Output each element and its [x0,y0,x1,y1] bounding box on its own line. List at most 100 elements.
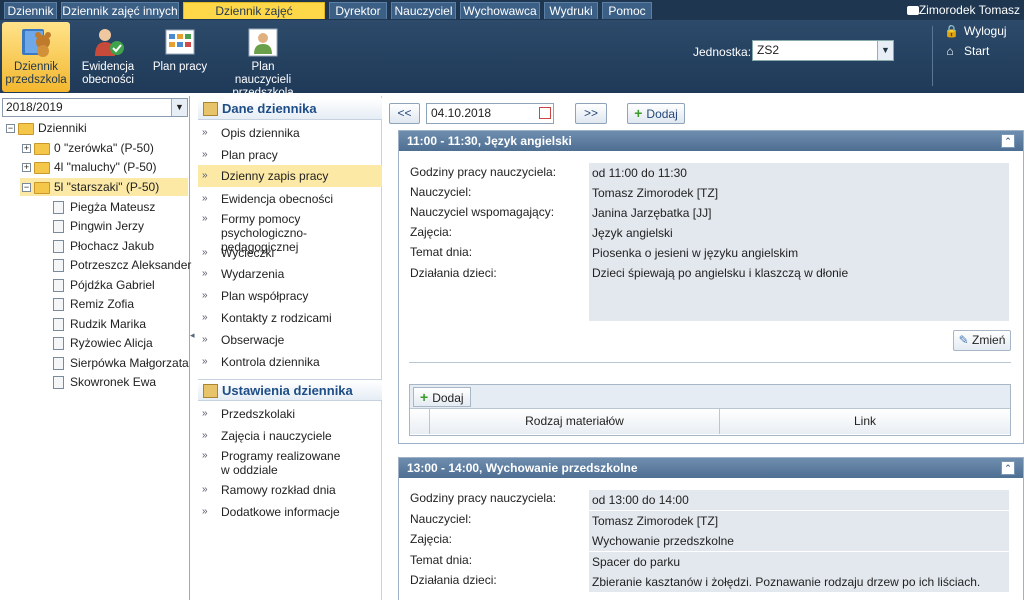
chevron-right-icon: » [202,213,208,224]
logout-link[interactable]: 🔒 Wyloguj [944,24,1007,38]
ewidencja-obecnosci-button[interactable]: Ewidencja obecności [76,22,140,92]
tab-dziennik-zajec-przedszkola[interactable]: Dziennik zajęć przedszkola [183,2,325,35]
collapse-icon[interactable]: − [6,124,15,134]
nav-item-programy[interactable]: » Programy realizowane w oddziale [198,449,348,479]
nav-item-wydarzenia[interactable]: » Wydarzenia [198,267,382,283]
tree-student[interactable]: Sierpówka Małgorzata [53,354,189,372]
user-name: Zimorodek Tomasz [918,3,1020,17]
nav-item-label: Zajęcia i nauczyciele [221,429,332,443]
chevron-down-icon[interactable]: ▼ [877,41,893,60]
collapse-up-icon[interactable]: ⌃ [1001,134,1015,148]
materials-table: + Dodaj Rodzaj materiałów Link [409,384,1011,436]
dziennik-przedszkola-button[interactable]: Dziennik przedszkola [2,22,70,92]
calendar-icon[interactable] [539,107,551,119]
expand-icon[interactable]: + [22,144,31,154]
tab-wychowawca[interactable]: Wychowawca [460,2,540,19]
field-value: Tomasz Zimorodek [TZ] [589,511,1009,531]
tree-student[interactable]: Piegża Mateusz [53,198,155,216]
nav-item-kontrola-dziennika[interactable]: » Kontrola dziennika [198,355,382,371]
column-header-rodzaj[interactable]: Rodzaj materiałów [430,409,720,434]
tree-student[interactable]: Pingwin Jerzy [53,217,144,235]
jednostka-value: ZS2 [757,43,780,57]
add-material-button[interactable]: + Dodaj [413,387,471,407]
tree-student[interactable]: Ryżowiec Alicja [53,334,153,352]
nav-item-przedszkolaki[interactable]: » Przedszkolaki [198,407,382,423]
tree-group-label: 0 "zerówka" (P-50) [54,141,154,155]
start-link[interactable]: ⌂ Start [944,44,989,58]
collapse-up-icon[interactable]: ⌃ [1001,461,1015,475]
tab-dziennik[interactable]: Dziennik [4,2,57,19]
attendance-icon [91,26,125,58]
expand-icon[interactable]: + [22,163,31,173]
nav-item-wycieczki[interactable]: » Wycieczki [198,246,382,262]
start-label: Start [964,44,990,58]
prev-day-button[interactable]: << [389,103,420,124]
chevron-right-icon: » [202,193,208,204]
jednostka-select[interactable]: ZS2 ▼ [752,40,894,61]
field-value: Piosenka o jesieni w języku angielskim [589,243,1009,263]
tree-student[interactable]: Pójdźka Gabriel [53,276,155,294]
tab-dziennik-zajec-innych[interactable]: Dziennik zajęć innych [61,2,179,19]
plan-pracy-button[interactable]: Plan pracy [148,22,212,92]
tree-group-zerowka[interactable]: +0 "zerówka" (P-50) [22,139,154,157]
nav-item-label: Wycieczki [221,246,275,260]
nav-item-kontakty-z-rodzicami[interactable]: » Kontakty z rodzicami [198,311,382,327]
nav-item-dzienny-zapis-pracy[interactable]: » Dzienny zapis pracy [198,165,382,187]
add-entry-button[interactable]: + Dodaj [627,103,685,124]
tab-dyrektor[interactable]: Dyrektor [329,2,387,19]
field-label: Działania dzieci: [410,573,497,587]
collapse-icon[interactable]: − [22,183,31,193]
chevron-down-icon[interactable]: ▼ [171,99,187,116]
next-day-button[interactable]: >> [575,103,607,124]
home-icon: ⌂ [946,44,954,58]
nav-item-label: Opis dziennika [221,126,300,140]
toolbar-label: Plan pracy [152,61,208,73]
chevron-right-icon: » [202,450,208,461]
field-value: Janina Jarzębatka [JJ] [589,203,1009,223]
nav-item-ewidencja-obecnosci[interactable]: » Ewidencja obecności [198,192,382,208]
year-select[interactable]: 2018/2019 ▼ [2,98,188,117]
date-input[interactable]: 04.10.2018 [426,103,554,124]
student-icon [53,201,64,215]
student-icon [53,220,64,234]
message-icon[interactable] [907,6,919,15]
nav-item-obserwacje[interactable]: » Obserwacje [198,333,382,349]
tab-wydruki[interactable]: Wydruki [544,2,598,19]
journal-nav: Dane dziennika » Opis dziennika » Plan pra… [198,96,382,600]
tree-group-maluchy[interactable]: +4l "maluchy" (P-50) [22,158,157,176]
nav-item-opis-dziennika[interactable]: » Opis dziennika [198,126,382,142]
tab-nauczyciel[interactable]: Nauczyciel [391,2,456,19]
tree-student[interactable]: Rudzik Marika [53,315,146,333]
tree-student[interactable]: Potrzeszcz Aleksander [53,256,191,274]
tree-student[interactable]: Płochacz Jakub [53,237,154,255]
nav-item-plan-wspolpracy[interactable]: » Plan współpracy [198,289,382,305]
field-label: Temat dnia: [410,553,473,567]
plan-nauczycieli-button[interactable]: Plan nauczycieli przedszkola [222,22,304,99]
nav-item-dodatkowe-informacje[interactable]: » Dodatkowe informacje [198,505,382,521]
nav-section-ustawienia: Ustawienia dziennika [198,379,382,401]
tab-pomoc[interactable]: Pomoc [602,2,652,19]
tree-student[interactable]: Skowronek Ewa [53,373,156,391]
nav-item-label: Dzienny zapis pracy [221,169,329,183]
tree-root[interactable]: − Dzienniki [6,119,87,137]
chevron-right-icon: » [202,408,208,419]
column-header-link[interactable]: Link [720,409,1010,434]
nav-item-plan-pracy[interactable]: » Plan pracy [198,148,382,164]
top-menu-bar: Dziennik Dziennik zajęć innych Dziennik … [0,0,1024,35]
lesson-panel: 13:00 - 14:00, Wychowanie przedszkolne ⌃… [398,457,1024,600]
tree-student[interactable]: Remiz Zofia [53,295,134,313]
year-value: 2018/2019 [6,100,63,114]
student-icon [53,357,64,371]
nav-section-title: Ustawienia dziennika [222,383,353,398]
tree-group-starszaki[interactable]: − 5l "starszaki" (P-50) [20,178,188,196]
panel-collapse-handle[interactable]: ◂ [190,330,196,370]
field-value: Wychowanie przedszkolne [589,531,1009,551]
chevron-right-icon: » [202,170,208,181]
nav-item-ramowy-rozklad[interactable]: » Ramowy rozkład dnia [198,483,382,499]
edit-button[interactable]: ✎ Zmień [953,330,1011,351]
student-name: Remiz Zofia [70,297,135,311]
nav-item-zajecia-i-nauczyciele[interactable]: » Zajęcia i nauczyciele [198,429,382,445]
plus-icon: + [634,105,643,121]
nav-item-formy-pomocy[interactable]: » Formy pomocy psychologiczno-pedagogiczn… [198,212,382,254]
tree-root-label: Dzienniki [38,121,87,135]
